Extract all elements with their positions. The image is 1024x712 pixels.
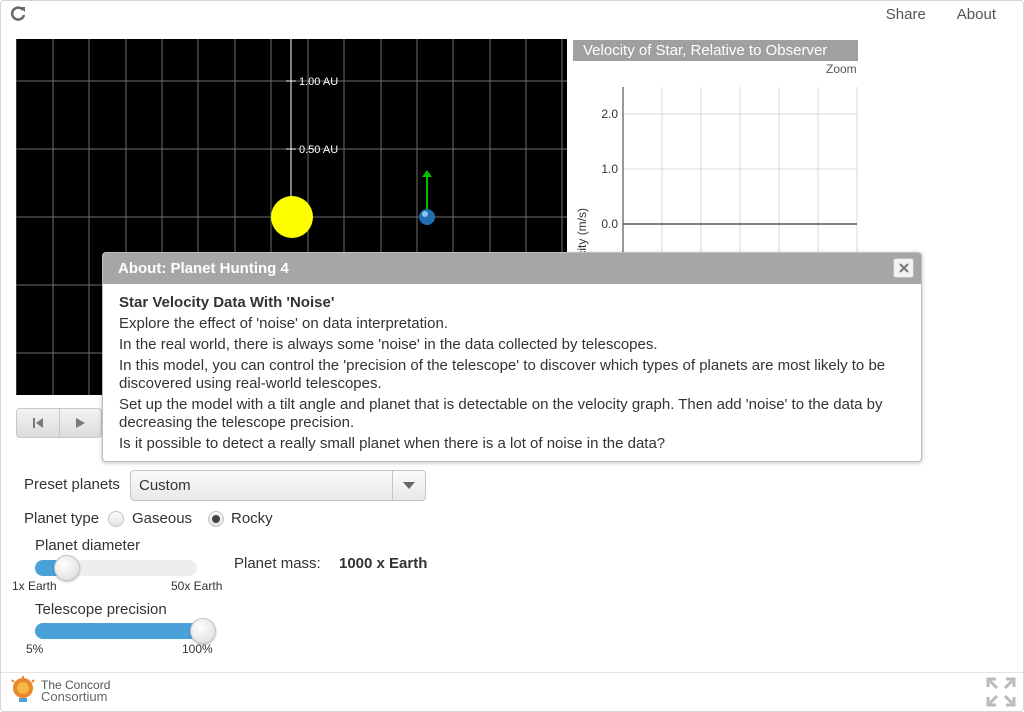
planet[interactable] <box>419 209 435 225</box>
y-tick-label: 1.0 <box>601 162 618 176</box>
dialog-heading: Star Velocity Data With 'Noise' <box>119 294 335 311</box>
play-icon <box>76 418 86 428</box>
radio-gaseous[interactable] <box>108 511 124 527</box>
precision-slider[interactable] <box>35 623 203 639</box>
diameter-slider-handle[interactable] <box>54 555 80 581</box>
precision-min-label: 5% <box>26 642 44 656</box>
gaseous-label[interactable]: Gaseous <box>132 510 192 527</box>
rocky-label[interactable]: Rocky <box>231 510 273 527</box>
diameter-label: Planet diameter <box>35 537 141 554</box>
planet-type-label: Planet type <box>24 510 100 527</box>
dialog-paragraph: In this model, you can control the 'prec… <box>119 357 886 392</box>
preset-value: Custom <box>139 477 191 494</box>
dialog-paragraph: Explore the effect of 'noise' on data in… <box>119 315 448 332</box>
reset-button[interactable] <box>17 409 60 437</box>
preset-select[interactable]: Custom <box>130 470 426 501</box>
dialog-header: About: Planet Hunting 4 <box>103 253 921 284</box>
top-nav: Share About <box>886 6 996 23</box>
star <box>271 196 313 238</box>
reload-icon[interactable] <box>9 5 27 23</box>
y-tick-label: 2.0 <box>601 107 618 121</box>
diameter-min-label: 1x Earth <box>12 579 57 593</box>
dialog-paragraph: Set up the model with a tilt angle and p… <box>119 396 883 431</box>
precision-label: Telescope precision <box>35 601 167 618</box>
play-button[interactable] <box>60 409 102 437</box>
dialog-paragraph: Is it possible to detect a really small … <box>119 435 666 452</box>
velocity-graph[interactable]: 2.0 1.0 0.0 Velocity (m/s) <box>573 80 863 280</box>
share-link[interactable]: Share <box>886 6 926 23</box>
fullscreen-icon[interactable] <box>986 677 1016 712</box>
reset-icon <box>32 418 43 428</box>
preset-label: Preset planets <box>24 476 120 493</box>
close-icon <box>898 263 909 273</box>
dialog-body: Star Velocity Data With 'Noise' Explore … <box>103 284 921 453</box>
playback-controls <box>16 408 102 438</box>
about-dialog: About: Planet Hunting 4 Star Velocity Da… <box>102 252 922 462</box>
lightbulb-icon <box>11 676 35 702</box>
graph-grid <box>622 87 858 260</box>
diameter-max-label: 50x Earth <box>171 579 223 593</box>
radio-rocky[interactable] <box>208 511 224 527</box>
y-tick-label: 0.0 <box>601 217 618 231</box>
au-label-0-5: 0.50 AU <box>299 144 338 156</box>
mass-value: 1000 x Earth <box>339 555 428 572</box>
dialog-paragraph: In the real world, there is always some … <box>119 336 658 353</box>
concord-logo[interactable]: The Concord Consortium <box>10 676 110 706</box>
graph-title: Velocity of Star, Relative to Observer <box>573 40 858 61</box>
precision-max-label: 100% <box>182 642 213 656</box>
about-link[interactable]: About <box>957 6 996 23</box>
au-label-1: 1.00 AU <box>299 76 338 88</box>
precision-slider-fill <box>35 623 203 639</box>
chevron-down-icon <box>392 471 425 500</box>
precision-slider-handle[interactable] <box>190 618 216 644</box>
zoom-button[interactable]: Zoom <box>826 62 857 76</box>
close-button[interactable] <box>893 258 914 278</box>
logo-line-2: Consortium <box>41 689 108 704</box>
mass-label: Planet mass: <box>234 555 321 572</box>
footer-divider <box>1 672 1023 673</box>
dialog-title: About: Planet Hunting 4 <box>118 260 289 277</box>
